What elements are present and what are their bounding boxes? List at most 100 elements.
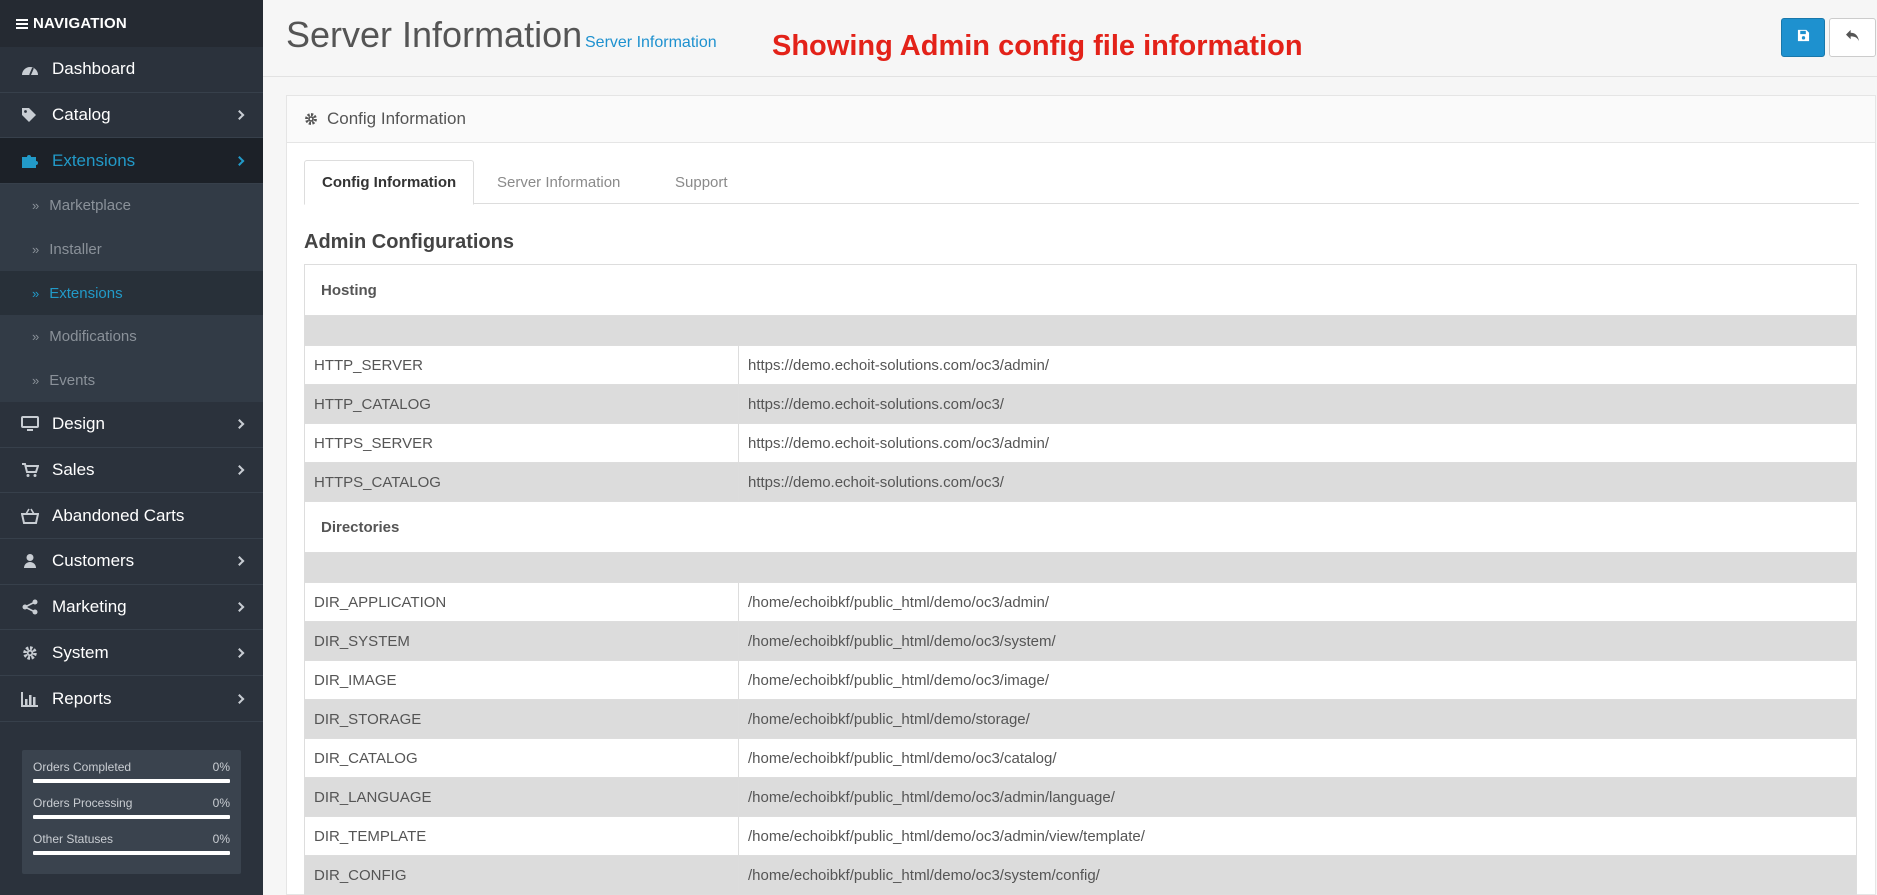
submenu-item-label: Marketplace (49, 197, 131, 215)
config-value: /home/echoibkf/public_html/demo/oc3/imag… (738, 660, 1857, 700)
config-value: https://demo.echoit-solutions.com/oc3/ad… (738, 423, 1857, 463)
sidebar-item-abandoned-carts[interactable]: Abandoned Carts (0, 493, 263, 540)
stat-label: Orders Completed (33, 760, 132, 774)
stat-orders-completed: Orders Completed 0% (33, 760, 230, 783)
table-row: DIR_CONFIG /home/echoibkf/public_html/de… (304, 855, 1857, 895)
config-key: HTTP_CATALOG (304, 384, 739, 424)
panel-heading: Config Information (287, 96, 1875, 143)
config-key: DIR_CONFIG (304, 855, 739, 895)
tab-support[interactable]: Support (658, 160, 745, 204)
config-value: /home/echoibkf/public_html/demo/oc3/admi… (738, 816, 1857, 856)
sidebar-item-design[interactable]: Design (0, 402, 263, 448)
stat-value: 0% (212, 832, 230, 846)
table-row: HTTPS_CATALOG https://demo.echoit-soluti… (304, 462, 1857, 502)
group-title: Directories (304, 501, 1857, 553)
navigation-header-label: NAVIGATION (33, 15, 127, 32)
sidebar-item-marketing[interactable]: Marketing (0, 585, 263, 631)
sidebar-item-reports[interactable]: Reports (0, 676, 263, 722)
double-chevron-icon: » (32, 285, 40, 301)
sidebar-item-label: Design (52, 414, 105, 434)
config-key: DIR_TEMPLATE (304, 816, 739, 856)
tab-bar: Config Information Server Information Su… (304, 160, 1859, 205)
table-row: HTTP_CATALOG https://demo.echoit-solutio… (304, 384, 1857, 424)
config-value: /home/echoibkf/public_html/demo/oc3/syst… (738, 621, 1857, 661)
sidebar-item-label: System (52, 642, 109, 662)
share-icon (20, 597, 40, 617)
submenu-item-extensions[interactable]: » Extensions (0, 271, 263, 315)
sidebar-item-customers[interactable]: Customers (0, 539, 263, 585)
table-row: DIR_LANGUAGE /home/echoibkf/public_html/… (304, 777, 1857, 817)
tab-config-information[interactable]: Config Information (304, 160, 475, 205)
sidebar-item-label: Catalog (52, 105, 111, 125)
chevron-right-icon (234, 465, 245, 476)
double-chevron-icon: » (32, 241, 40, 257)
sidebar-item-catalog[interactable]: Catalog (0, 93, 263, 139)
chevron-right-icon (234, 693, 245, 704)
stat-progress-bar (33, 779, 230, 783)
save-button[interactable] (1781, 18, 1825, 57)
section-title: Admin Configurations (304, 231, 514, 253)
stat-orders-processing: Orders Processing 0% (33, 796, 230, 819)
extensions-submenu: » Marketplace » Installer » Extensions »… (0, 184, 263, 403)
table-row: HTTPS_SERVER https://demo.echoit-solutio… (304, 423, 1857, 463)
group-title: Hosting (304, 264, 1857, 316)
sidebar-item-dashboard[interactable]: Dashboard (0, 47, 263, 93)
breadcrumb-link[interactable]: Server Information (585, 34, 717, 52)
gear-icon (304, 112, 318, 126)
config-key: HTTP_SERVER (304, 345, 739, 385)
spacer-row (304, 552, 1857, 583)
config-value: /home/echoibkf/public_html/demo/oc3/admi… (738, 582, 1857, 622)
stat-label: Orders Processing (33, 796, 133, 810)
table-row: DIR_CATALOG /home/echoibkf/public_html/d… (304, 738, 1857, 778)
stat-progress-bar (33, 851, 230, 855)
sidebar-item-system[interactable]: System (0, 630, 263, 677)
floppy-disk-icon (1797, 29, 1810, 47)
table-row: DIR_IMAGE /home/echoibkf/public_html/dem… (304, 660, 1857, 700)
stat-value: 0% (212, 796, 230, 810)
double-chevron-icon: » (32, 198, 40, 214)
submenu-item-marketplace[interactable]: » Marketplace (0, 184, 263, 228)
sidebar-item-label: Marketing (52, 597, 127, 617)
config-key: DIR_LANGUAGE (304, 777, 739, 817)
stat-other-statuses: Other Statuses 0% (33, 832, 230, 855)
config-panel: Config Information Config Information Se… (286, 95, 1876, 895)
submenu-item-modifications[interactable]: » Modifications (0, 315, 263, 359)
config-key: DIR_CATALOG (304, 738, 739, 778)
bar-chart-icon (20, 689, 40, 709)
order-stats-widget: Orders Completed 0% Orders Processing 0%… (22, 750, 241, 874)
submenu-item-installer[interactable]: » Installer (0, 228, 263, 272)
stat-label: Other Statuses (33, 832, 114, 846)
hamburger-icon (16, 18, 28, 29)
config-value: /home/echoibkf/public_html/demo/oc3/admi… (738, 777, 1857, 817)
submenu-item-label: Events (49, 371, 96, 389)
stat-value: 0% (212, 760, 230, 774)
sidebar-item-extensions[interactable]: Extensions (0, 138, 263, 185)
chevron-right-icon (234, 155, 245, 166)
puzzle-icon (20, 151, 40, 171)
double-chevron-icon: » (32, 329, 40, 345)
chevron-right-icon (234, 602, 245, 613)
sidebar-item-label: Sales (52, 460, 95, 480)
config-key: DIR_SYSTEM (304, 621, 739, 661)
panel-heading-label: Config Information (327, 109, 466, 128)
config-key: HTTPS_SERVER (304, 423, 739, 463)
user-icon (20, 551, 40, 571)
tags-icon (20, 105, 40, 125)
tab-server-information[interactable]: Server Information (480, 160, 637, 204)
dashboard-icon (20, 59, 40, 79)
sidebar-item-label: Customers (52, 551, 135, 571)
spacer-row (304, 315, 1857, 346)
navigation-header[interactable]: NAVIGATION (0, 0, 263, 47)
basket-icon (20, 506, 40, 526)
sidebar-item-sales[interactable]: Sales (0, 448, 263, 494)
back-button[interactable] (1829, 18, 1876, 57)
sidebar: NAVIGATION Dashboard Catalog Extensions … (0, 0, 263, 895)
config-key: HTTPS_CATALOG (304, 462, 739, 502)
config-key: DIR_APPLICATION (304, 582, 739, 622)
config-table: Hosting HTTP_SERVER https://demo.echoit-… (304, 264, 1857, 895)
config-value: https://demo.echoit-solutions.com/oc3/ (738, 384, 1857, 424)
submenu-item-events[interactable]: » Events (0, 358, 263, 402)
sidebar-item-label: Dashboard (52, 59, 136, 79)
group-header-row: Directories (304, 501, 1857, 553)
gear-icon (20, 643, 40, 663)
